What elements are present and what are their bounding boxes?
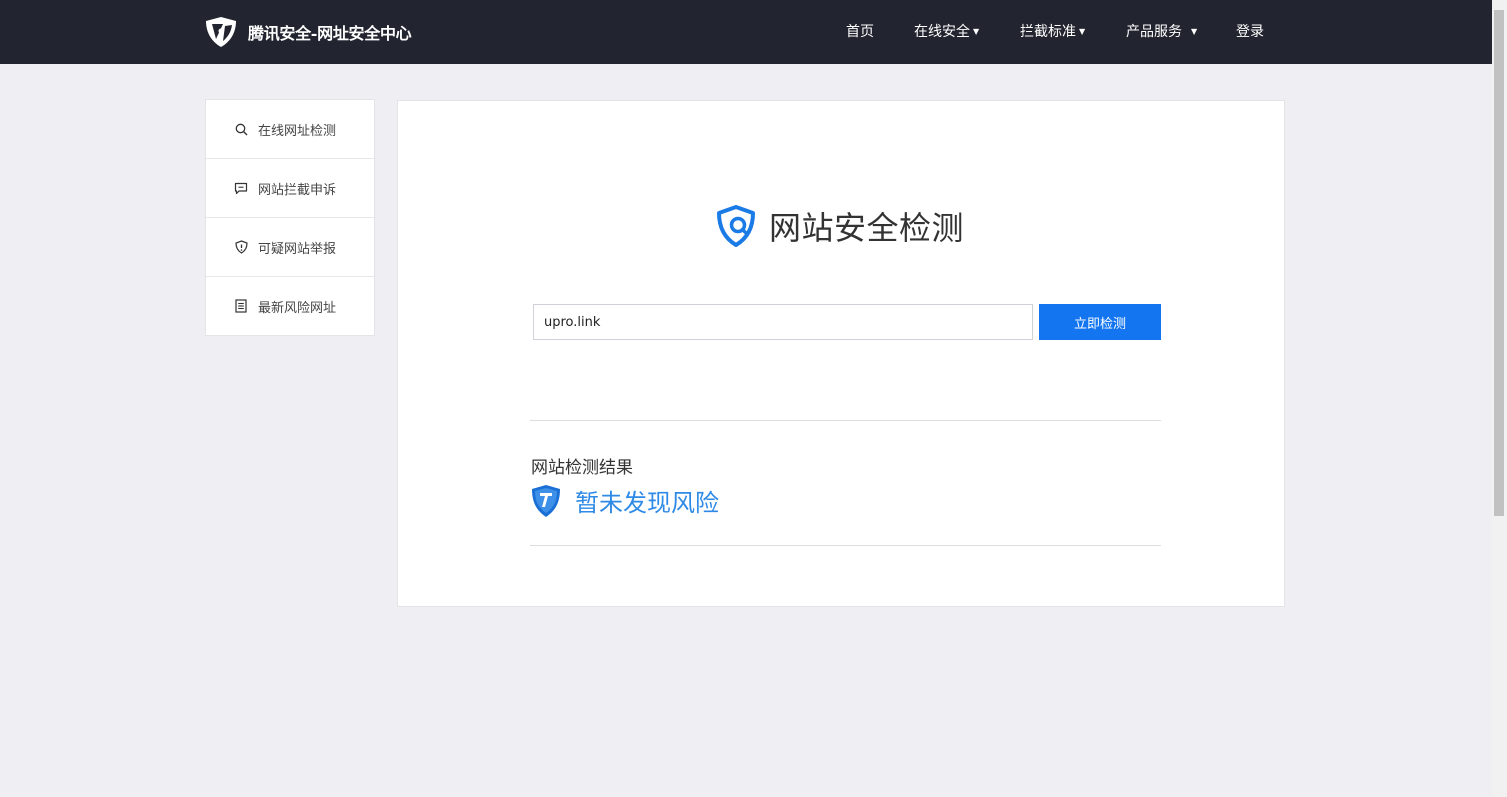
nav-products[interactable]: 产品服务 ▼ <box>1126 22 1197 42</box>
nav-login[interactable]: 登录 <box>1236 22 1264 42</box>
sidebar-item-appeal[interactable]: 网站拦截申诉 <box>206 159 374 218</box>
sidebar-item-latest-risk[interactable]: 最新风险网址 <box>206 277 374 335</box>
sidebar-item-label: 最新风险网址 <box>258 300 337 316</box>
check-now-button[interactable]: 立即检测 <box>1039 304 1161 340</box>
divider-top <box>530 420 1161 421</box>
chevron-down-icon: ▼ <box>973 27 980 36</box>
divider-bottom <box>530 545 1161 546</box>
sidebar-item-url-check[interactable]: 在线网址检测 <box>206 100 374 159</box>
shield-search-icon <box>717 205 755 247</box>
page-scrollbar-thumb[interactable] <box>1494 10 1504 516</box>
sidebar-item-label: 可疑网站举报 <box>258 241 337 257</box>
shield-alert-icon <box>234 240 248 254</box>
nav-home-label: 首页 <box>846 24 874 40</box>
nav-login-label: 登录 <box>1236 24 1264 40</box>
result-heading: 网站检测结果 <box>531 458 633 478</box>
main-panel: 网站安全检测 立即检测 网站检测结果 暂未发现风险 <box>397 100 1285 607</box>
nav-block-standards-label: 拦截标准 <box>1020 24 1076 40</box>
nav-products-label: 产品服务 <box>1126 24 1182 40</box>
nav-online-security-label: 在线安全 <box>914 24 970 40</box>
sidebar-item-label: 网站拦截申诉 <box>258 182 337 198</box>
nav-online-security[interactable]: 在线安全 ▼ <box>914 22 979 42</box>
nav-block-standards[interactable]: 拦截标准 ▼ <box>1020 22 1085 42</box>
sidebar-item-report[interactable]: 可疑网站举报 <box>206 218 374 277</box>
page-title-row: 网站安全检测 <box>713 203 964 249</box>
url-input[interactable] <box>533 304 1033 340</box>
main-nav: 首页 在线安全 ▼ 拦截标准 ▼ 产品服务 ▼ 登录 <box>0 0 1492 64</box>
chevron-down-icon: ▼ <box>1191 27 1198 36</box>
top-nav-bar: 腾讯安全-网址安全中心 首页 在线安全 ▼ 拦截标准 ▼ 产品服务 ▼ 登录 <box>0 0 1492 64</box>
sidebar: 在线网址检测 网站拦截申诉 可疑网站举报 最新风险网址 <box>205 99 375 336</box>
search-icon <box>234 122 248 136</box>
result-status-row: 暂未发现风险 <box>531 483 719 518</box>
nav-home[interactable]: 首页 <box>846 22 874 42</box>
comment-icon <box>234 181 248 195</box>
chevron-down-icon: ▼ <box>1079 27 1086 36</box>
page-title: 网站安全检测 <box>769 209 965 247</box>
result-status-text: 暂未发现风险 <box>575 489 719 517</box>
list-icon <box>234 299 248 313</box>
sidebar-item-label: 在线网址检测 <box>258 123 337 139</box>
safe-shield-icon <box>532 484 560 517</box>
